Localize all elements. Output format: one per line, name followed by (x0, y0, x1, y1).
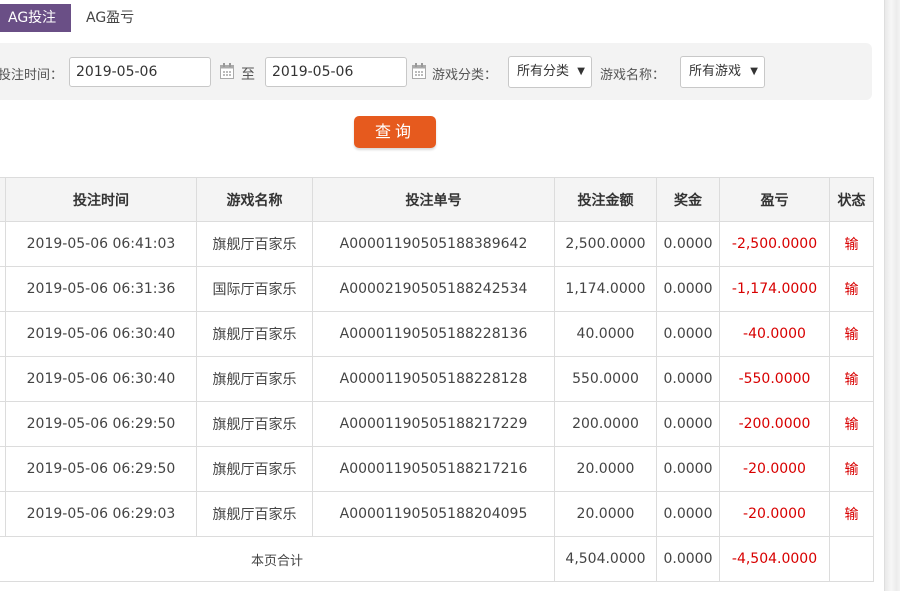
header-bonus: 奖金 (656, 177, 720, 222)
table-row: 2019-05-06 06:30:40 旗舰厅百家乐 A00001190505188… (0, 356, 874, 402)
table-row: 2019-05-06 06:30:40 旗舰厅百家乐 A00001190505188… (0, 311, 874, 357)
bonus-cell: 0.0000 (656, 311, 720, 357)
table-row: 2019-05-06 06:29:03 旗舰厅百家乐 A00001190505188… (0, 491, 874, 537)
bet-amount-cell: 200.0000 (554, 401, 657, 447)
bet-time-cell: 2019-05-06 06:31:36 (5, 266, 197, 312)
table-row: 2019-05-06 06:41:03 旗舰厅百家乐 A00001190505188… (0, 221, 874, 267)
game-name-cell: 旗舰厅百家乐 (196, 221, 313, 267)
status-cell: 输 (829, 401, 874, 447)
game-category-label: 游戏分类： (432, 68, 498, 83)
game-name-cell: 旗舰厅百家乐 (196, 401, 313, 447)
order-no-cell: A00001190505188228136 (312, 311, 555, 357)
game-name-cell: 国际厅百家乐 (196, 266, 313, 312)
profit-cell: -40.0000 (719, 311, 830, 357)
query-button[interactable]: 查询 (354, 116, 436, 148)
table-row: 2019-05-06 06:29:50 旗舰厅百家乐 A00001190505188… (0, 446, 874, 492)
dropdown-arrow-icon: ▼ (577, 66, 585, 77)
bet-records-table: 投注时间 游戏名称 投注单号 投注金额 奖金 盈亏 状态 2019-05-06 … (0, 177, 874, 582)
status-cell: 输 (829, 221, 874, 267)
header-bet-time: 投注时间 (5, 177, 197, 222)
game-category-select[interactable]: 所有分类 ▼ (508, 56, 592, 88)
order-no-cell: A00001190505188389642 (312, 221, 555, 267)
bet-time-cell: 2019-05-06 06:30:40 (5, 356, 197, 402)
status-cell: 输 (829, 311, 874, 357)
bet-time-cell: 2019-05-06 06:41:03 (5, 221, 197, 267)
game-name-cell: 旗舰厅百家乐 (196, 446, 313, 492)
bet-amount-cell: 1,174.0000 (554, 266, 657, 312)
order-no-cell: A00001190505188228128 (312, 356, 555, 402)
summary-label: 本页合计 (0, 536, 555, 582)
bet-time-cell: 2019-05-06 06:29:03 (5, 491, 197, 537)
game-name-cell: 旗舰厅百家乐 (196, 311, 313, 357)
bet-time-cell: 2019-05-06 06:29:50 (5, 446, 197, 492)
tab-ag-profit[interactable]: AG盈亏 (86, 4, 134, 32)
profit-cell: -2,500.0000 (719, 221, 830, 267)
table-row: 2019-05-06 06:31:36 国际厅百家乐 A00002190505188… (0, 266, 874, 312)
table-row: 2019-05-06 06:29:50 旗舰厅百家乐 A00001190505188… (0, 401, 874, 447)
bet-amount-cell: 2,500.0000 (554, 221, 657, 267)
profit-cell: -200.0000 (719, 401, 830, 447)
profit-cell: -550.0000 (719, 356, 830, 402)
date-range-separator: 至 (241, 67, 255, 83)
game-name-label: 游戏名称： (600, 68, 666, 83)
game-name-value: 所有游戏 (689, 64, 742, 79)
game-name-select[interactable]: 所有游戏 ▼ (680, 56, 765, 88)
bet-time-label: 投注时间： (0, 68, 64, 83)
bet-amount-cell: 40.0000 (554, 311, 657, 357)
profit-cell: -20.0000 (719, 491, 830, 537)
order-no-cell: A00001190505188217216 (312, 446, 555, 492)
header-status: 状态 (829, 177, 874, 222)
bet-amount-cell: 20.0000 (554, 446, 657, 492)
calendar-icon[interactable] (412, 63, 426, 79)
tab-ag-bets[interactable]: AG投注 (0, 4, 71, 32)
order-no-cell: A00001190505188204095 (312, 491, 555, 537)
header-game-name: 游戏名称 (196, 177, 313, 222)
summary-amount: 4,504.0000 (554, 536, 657, 582)
page-edge-texture (884, 0, 900, 591)
calendar-icon[interactable] (220, 63, 234, 79)
bonus-cell: 0.0000 (656, 401, 720, 447)
status-cell: 输 (829, 356, 874, 402)
bonus-cell: 0.0000 (656, 221, 720, 267)
summary-row: 本页合计 4,504.0000 0.0000 -4,504.0000 (0, 536, 874, 582)
bet-time-cell: 2019-05-06 06:30:40 (5, 311, 197, 357)
table-header-row: 投注时间 游戏名称 投注单号 投注金额 奖金 盈亏 状态 (0, 177, 874, 222)
bet-amount-cell: 550.0000 (554, 356, 657, 402)
order-no-cell: A00002190505188242534 (312, 266, 555, 312)
status-cell: 输 (829, 491, 874, 537)
summary-profit: -4,504.0000 (719, 536, 830, 582)
bonus-cell: 0.0000 (656, 356, 720, 402)
bonus-cell: 0.0000 (656, 491, 720, 537)
profit-cell: -20.0000 (719, 446, 830, 492)
summary-status (829, 536, 874, 582)
bet-time-cell: 2019-05-06 06:29:50 (5, 401, 197, 447)
header-order-no: 投注单号 (312, 177, 555, 222)
header-profit: 盈亏 (719, 177, 830, 222)
dropdown-arrow-icon: ▼ (750, 66, 758, 77)
game-name-cell: 旗舰厅百家乐 (196, 356, 313, 402)
bonus-cell: 0.0000 (656, 446, 720, 492)
game-name-cell: 旗舰厅百家乐 (196, 491, 313, 537)
bonus-cell: 0.0000 (656, 266, 720, 312)
bet-amount-cell: 20.0000 (554, 491, 657, 537)
game-category-value: 所有分类 (517, 64, 570, 79)
status-cell: 输 (829, 446, 874, 492)
start-date-input[interactable] (69, 57, 211, 87)
summary-bonus: 0.0000 (656, 536, 720, 582)
order-no-cell: A00001190505188217229 (312, 401, 555, 447)
header-bet-amount: 投注金额 (554, 177, 657, 222)
profit-cell: -1,174.0000 (719, 266, 830, 312)
status-cell: 输 (829, 266, 874, 312)
end-date-input[interactable] (265, 57, 407, 87)
